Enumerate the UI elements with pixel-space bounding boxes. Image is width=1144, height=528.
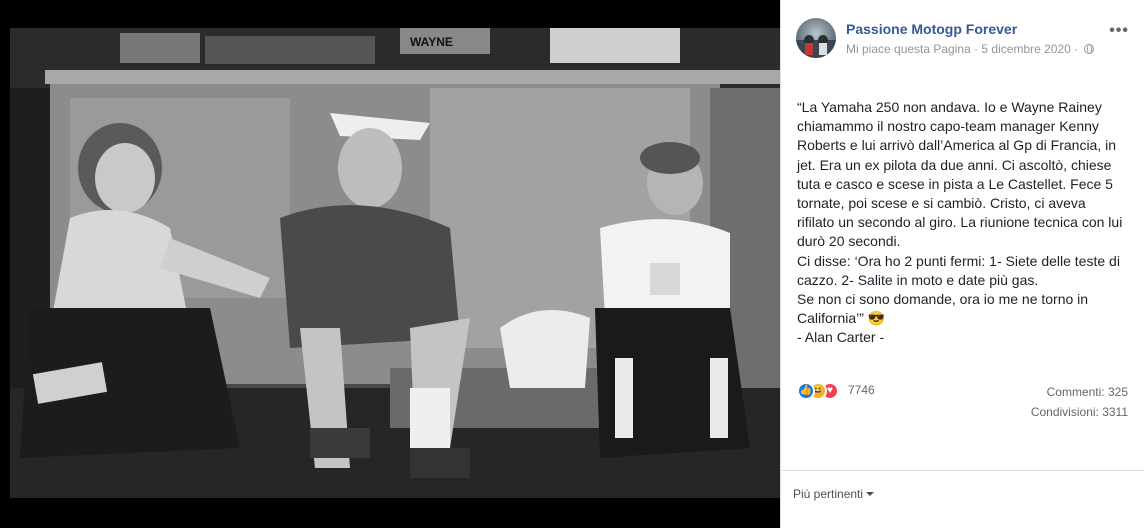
shares-count[interactable]: Condivisioni: 3311 [1031, 405, 1128, 419]
comments-count[interactable]: Commenti: 325 [1047, 385, 1128, 399]
like-icon: 👍 [797, 382, 815, 400]
post-photo[interactable]: WAYNE [10, 28, 780, 498]
meta-separator: · [970, 42, 982, 56]
more-options-icon[interactable]: ••• [1109, 22, 1129, 40]
comment-sort-dropdown[interactable]: Più pertinenti [793, 487, 875, 501]
page-name-link[interactable]: Passione Motogp Forever [846, 21, 1017, 37]
comment-sort-label: Più pertinenti [793, 487, 864, 501]
chevron-down-icon [866, 492, 875, 496]
meta-separator: · [1070, 42, 1082, 56]
helmet-visor-text: WAYNE [410, 35, 453, 49]
post-date[interactable]: 5 dicembre 2020 [981, 42, 1070, 56]
reaction-icons: 👍 😆 ♥ [797, 382, 845, 400]
reaction-count[interactable]: 7746 [848, 383, 875, 397]
post-side-panel: Passione Motogp Forever Mi piace questa … [780, 0, 1144, 528]
post-text: “La Yamaha 250 non andava. Io e Wayne Ra… [797, 99, 1123, 346]
photo-illustration: WAYNE [10, 28, 780, 498]
like-page-link[interactable]: Mi piace questa Pagina [846, 42, 971, 56]
divider [781, 470, 1144, 471]
avatar-image [796, 35, 836, 58]
photo-viewer: WAYNE [0, 0, 780, 528]
post-meta: Mi piace questa Pagina · 5 dicembre 2020… [846, 42, 1095, 56]
post-header: Passione Motogp Forever Mi piace questa … [796, 18, 1129, 62]
globe-icon [1084, 43, 1095, 54]
page-avatar[interactable] [796, 18, 836, 58]
